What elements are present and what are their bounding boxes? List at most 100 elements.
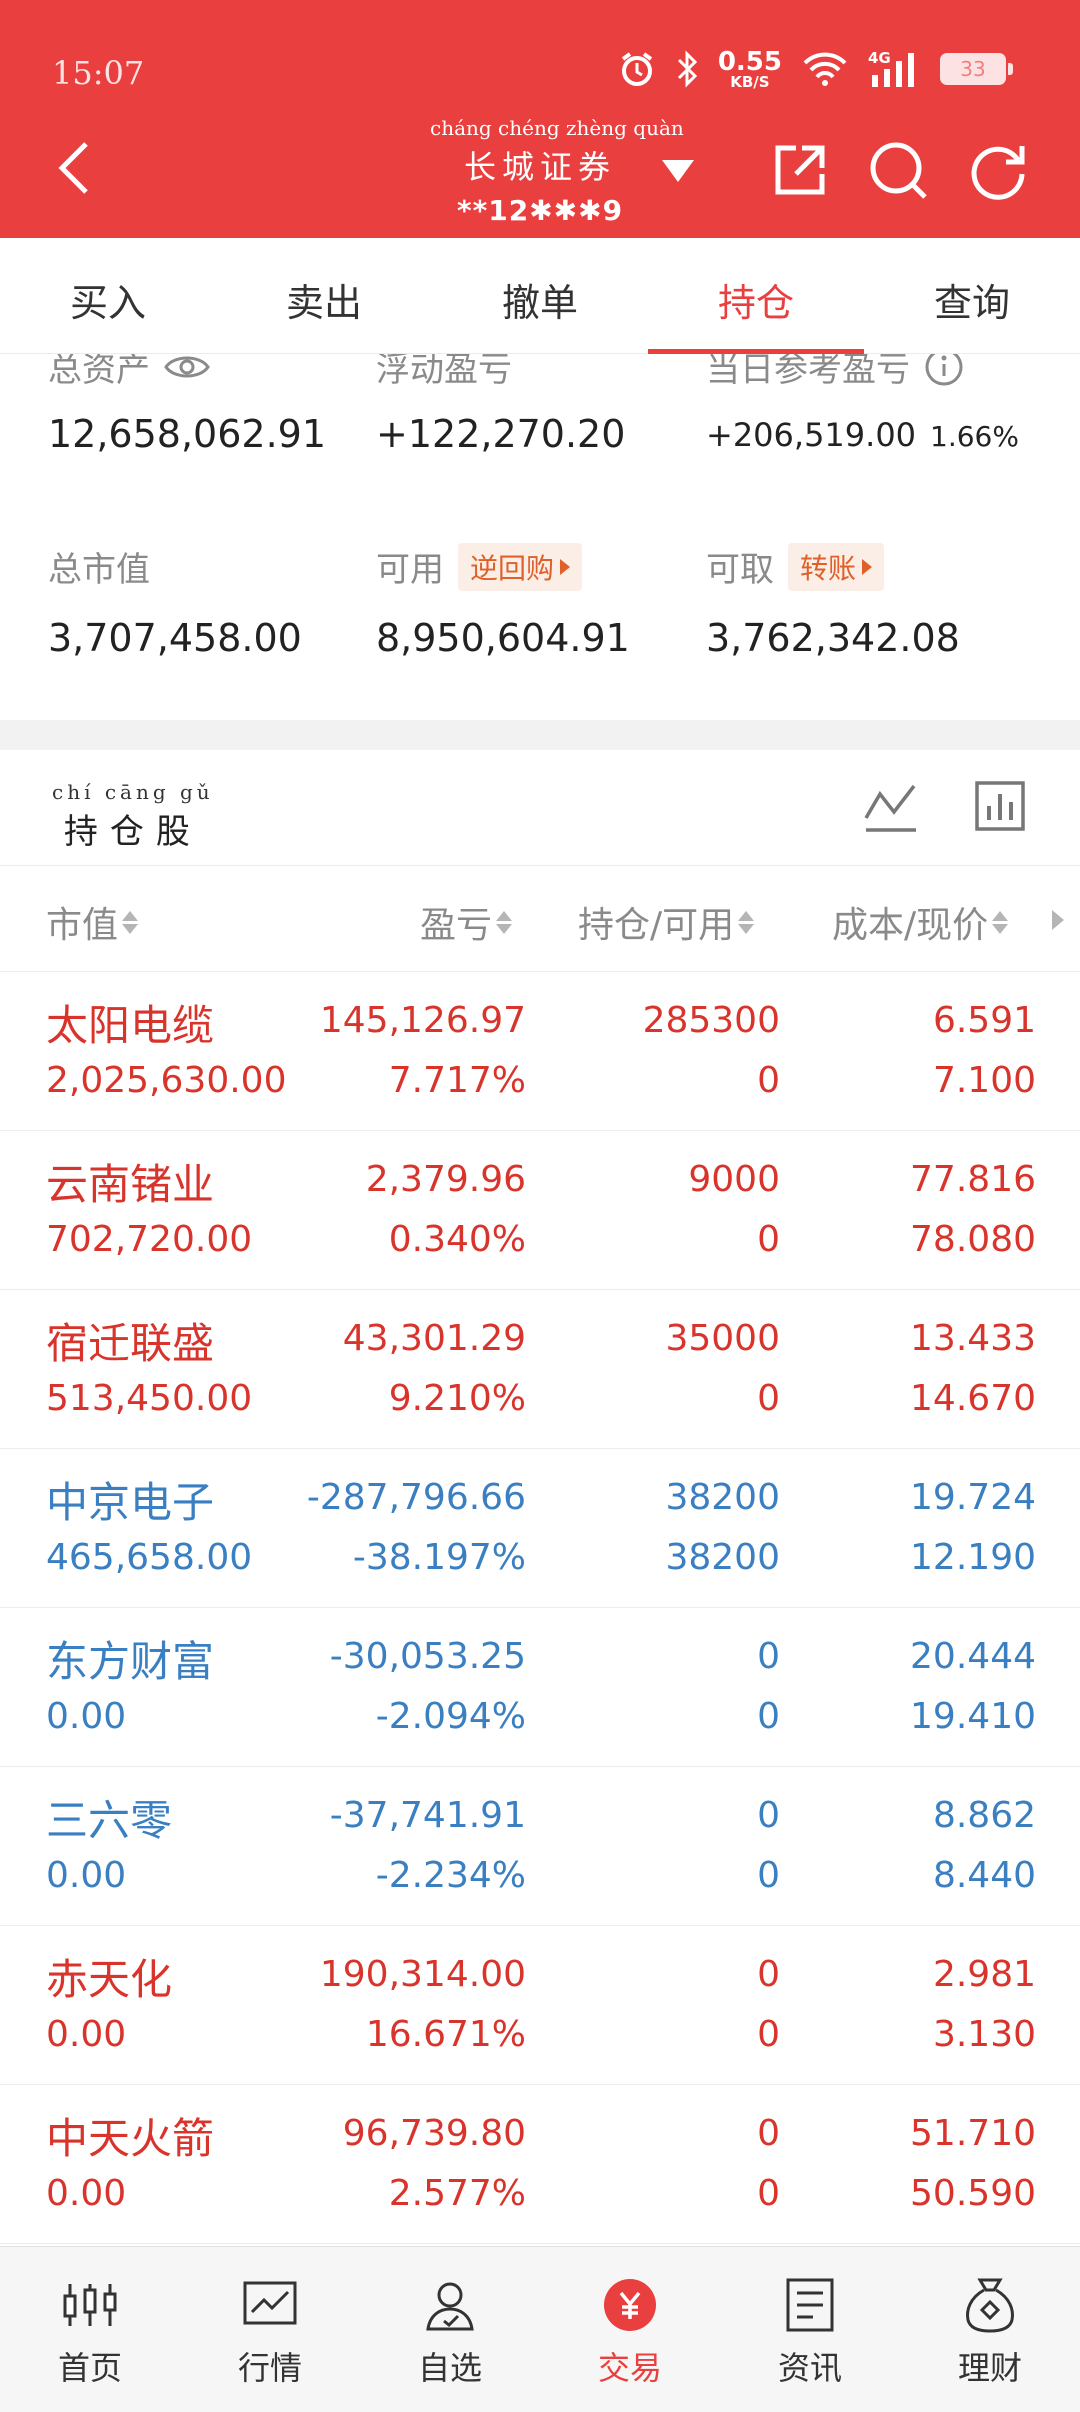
stock-market-value: 2,025,630.00 xyxy=(46,1060,287,1101)
stock-pnl-percent: -2.094% xyxy=(375,1696,526,1737)
nav-trade[interactable]: 交易 xyxy=(540,2247,720,2412)
sort-icon xyxy=(496,910,513,934)
tab-sell[interactable]: 卖出 xyxy=(216,238,432,353)
stock-market-value: 0.00 xyxy=(46,2014,127,2055)
holding-row[interactable]: 宿迁联盛 513,450.00 43,301.29 9.210% 35000 0 13.43… xyxy=(0,1290,1080,1449)
tab-query[interactable]: 查询 xyxy=(864,238,1080,353)
holding-row[interactable]: 三六零 0.00 -37,741.91 -2.234% 0 0 8.862 8.440 xyxy=(0,1767,1080,1926)
stock-available-qty: 0 xyxy=(757,2014,780,2055)
tab-cancel[interactable]: 撤单 xyxy=(432,238,648,353)
stock-name: 中京电子 xyxy=(46,1478,215,1527)
stock-market-value: 0.00 xyxy=(46,1696,127,1737)
market-value: 3,707,458.00 xyxy=(48,616,302,660)
nav-market[interactable]: 行情 xyxy=(180,2247,360,2412)
stock-holding-qty: 35000 xyxy=(665,1318,780,1359)
holding-row[interactable]: 赤天化 0.00 190,314.00 16.671% 0 0 2.981 3.130 xyxy=(0,1926,1080,2085)
stock-available-qty: 0 xyxy=(757,1378,780,1419)
stock-cost-price: 2.981 xyxy=(932,1954,1036,1995)
app-header: 15:07 0.55 KB/S 4G 33 cháng chéng zhèng … xyxy=(0,0,1080,238)
stock-available-qty: 0 xyxy=(757,1219,780,1260)
holdings-title: chí cāng gǔ 持仓股 xyxy=(52,780,214,852)
stock-pnl: 96,739.80 xyxy=(342,2113,526,2154)
available-label: 可用 逆回购 xyxy=(376,542,583,591)
stock-pnl: 2,379.96 xyxy=(365,1159,526,1200)
tab-buy[interactable]: 买入 xyxy=(0,238,216,353)
bar-chart-icon[interactable] xyxy=(974,780,1026,834)
holding-row[interactable]: 云南锗业 702,720.00 2,379.96 0.340% 9000 0 77.816 7… xyxy=(0,1131,1080,1290)
back-button[interactable] xyxy=(52,138,98,198)
candlestick-icon xyxy=(60,2275,120,2335)
line-chart-icon[interactable] xyxy=(862,780,920,834)
stock-available-qty: 38200 xyxy=(665,1537,780,1578)
market-value-label: 总市值 xyxy=(48,550,150,590)
withdrawable-label: 可取 转账 xyxy=(706,542,885,591)
stock-holding-qty: 0 xyxy=(757,1636,780,1677)
stock-pnl-percent: 2.577% xyxy=(388,2173,526,2214)
section-divider xyxy=(0,720,1080,750)
stock-cost-price: 6.591 xyxy=(932,1000,1036,1041)
daily-pnl-percent: 1.66% xyxy=(930,420,1019,453)
stock-cost-price: 13.433 xyxy=(910,1318,1036,1359)
available-value: 8,950,604.91 xyxy=(376,616,630,660)
stock-current-price: 3.130 xyxy=(932,2014,1036,2055)
stock-current-price: 50.590 xyxy=(910,2173,1036,2214)
stock-holding-qty: 9000 xyxy=(688,1159,780,1200)
stock-available-qty: 0 xyxy=(757,1696,780,1737)
svg-text:4G: 4G xyxy=(868,49,891,67)
holdings-column-headers: 市值 盈亏 持仓/可用 成本/现价 xyxy=(0,866,1080,972)
stock-pnl-percent: -2.234% xyxy=(375,1855,526,1896)
stock-name: 宿迁联盛 xyxy=(46,1319,215,1368)
reverse-repo-button[interactable]: 逆回购 xyxy=(458,542,583,591)
status-time: 15:07 xyxy=(52,54,145,92)
share-icon[interactable] xyxy=(772,142,828,198)
net-speed: 0.55 KB/S xyxy=(717,46,782,91)
stock-holding-qty: 0 xyxy=(757,1954,780,1995)
total-assets-label: 总资产 xyxy=(48,354,210,391)
status-icons: 0.55 KB/S 4G 33 xyxy=(618,44,1013,94)
refresh-icon[interactable] xyxy=(968,140,1028,200)
stock-pnl-percent: 9.210% xyxy=(388,1378,526,1419)
stock-name: 太阳电缆 xyxy=(46,1001,215,1050)
eye-icon[interactable] xyxy=(164,354,210,382)
nav-home[interactable]: 首页 xyxy=(0,2247,180,2412)
tab-holdings[interactable]: 持仓 xyxy=(648,238,864,354)
stock-market-value: 513,450.00 xyxy=(46,1378,253,1419)
bluetooth-icon xyxy=(676,50,698,88)
battery-icon: 33 xyxy=(940,53,1013,85)
col-position[interactable]: 持仓/可用 xyxy=(578,896,755,948)
account-selector[interactable]: cháng chéng zhèng quàn 长城证券 **12✱✱✱9 xyxy=(430,116,684,227)
col-cost-price[interactable]: 成本/现价 xyxy=(832,896,1009,948)
more-columns-icon[interactable] xyxy=(1052,910,1064,930)
holding-row[interactable]: 中京电子 465,658.00 -287,796.66 -38.197% 38200 38… xyxy=(0,1449,1080,1608)
sort-icon xyxy=(122,910,139,934)
stock-holding-qty: 285300 xyxy=(642,1000,780,1041)
stock-cost-price: 20.444 xyxy=(910,1636,1036,1677)
holding-row[interactable]: 东方财富 0.00 -30,053.25 -2.094% 0 0 20.444 19.410 xyxy=(0,1608,1080,1767)
stock-current-price: 14.670 xyxy=(910,1378,1036,1419)
nav-wealth[interactable]: 理财 xyxy=(900,2247,1080,2412)
search-icon[interactable] xyxy=(868,140,930,202)
holding-row[interactable]: 太阳电缆 2,025,630.00 145,126.97 7.717% 285300 0 6… xyxy=(0,972,1080,1131)
chevron-down-icon[interactable] xyxy=(660,158,696,184)
col-pnl[interactable]: 盈亏 xyxy=(420,896,513,948)
holding-row[interactable]: 中天火箭 0.00 96,739.80 2.577% 0 0 51.710 50.590 xyxy=(0,2085,1080,2244)
info-icon[interactable] xyxy=(924,354,964,387)
stock-holding-qty: 38200 xyxy=(665,1477,780,1518)
nav-watchlist[interactable]: 自选 xyxy=(360,2247,540,2412)
nav-news[interactable]: 资讯 xyxy=(720,2247,900,2412)
col-market-value[interactable]: 市值 xyxy=(46,896,139,948)
stock-name: 赤天化 xyxy=(46,1955,173,2004)
alarm-icon xyxy=(618,50,656,88)
account-number: **12✱✱✱9 xyxy=(456,194,624,227)
stock-name: 云南锗业 xyxy=(46,1160,215,1209)
daily-pnl-value: +206,519.00 1.66% xyxy=(706,416,1019,454)
trade-tabs: 买入 卖出 撤单 持仓 查询 xyxy=(0,238,1080,354)
stock-pnl: 145,126.97 xyxy=(319,1000,526,1041)
withdrawable-value: 3,762,342.08 xyxy=(706,616,960,660)
stock-current-price: 78.080 xyxy=(910,1219,1036,1260)
stock-available-qty: 0 xyxy=(757,1855,780,1896)
yen-trade-icon xyxy=(600,2275,660,2335)
stock-market-value: 465,658.00 xyxy=(46,1537,253,1578)
transfer-button[interactable]: 转账 xyxy=(788,542,885,591)
wifi-icon xyxy=(802,51,848,87)
